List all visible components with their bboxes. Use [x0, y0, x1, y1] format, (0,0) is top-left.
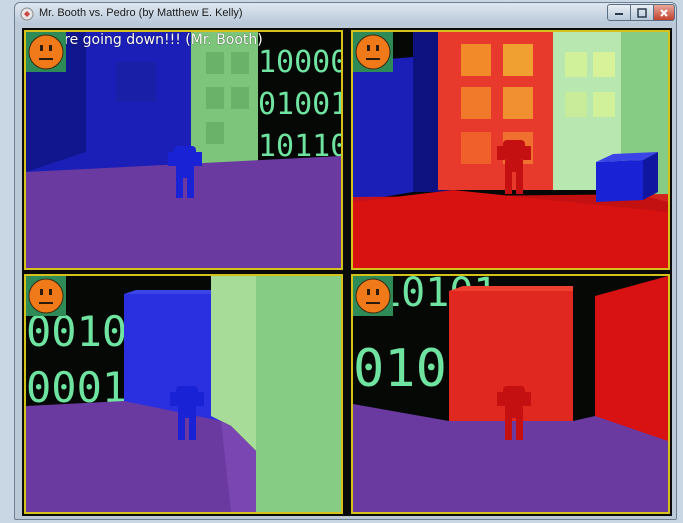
app-icon [20, 7, 34, 21]
face-icon [353, 276, 393, 316]
close-button[interactable] [653, 4, 675, 21]
binary-text: 100001 [258, 45, 341, 80]
scene-bottom-right: 010101 010 [353, 276, 668, 512]
face-icon [353, 32, 393, 72]
scene-top-right: 0 0 [353, 32, 668, 268]
face-icon [26, 276, 66, 316]
minimize-button[interactable] [607, 4, 631, 21]
game-viewport-area[interactable]: 100001 0100110 1011010 [22, 28, 672, 516]
window-title: Mr. Booth vs. Pedro (by Matthew E. Kelly… [39, 7, 243, 19]
viewport-top-right[interactable]: 0 0 [351, 30, 670, 270]
maximize-icon [637, 7, 647, 18]
binary-text: 010 [353, 339, 447, 399]
viewport-bottom-left[interactable]: 00101 00010 [24, 274, 343, 514]
scene-bottom-left: 00101 00010 [26, 276, 341, 512]
maximize-button[interactable] [630, 4, 654, 21]
viewport-top-left[interactable]: 100001 0100110 1011010 [24, 30, 343, 270]
minimize-icon [615, 12, 623, 15]
face-icon [26, 32, 66, 72]
viewport-bottom-right[interactable]: 010101 010 [351, 274, 670, 514]
game-window: Mr. Booth vs. Pedro (by Matthew E. Kelly… [14, 2, 677, 520]
close-icon [660, 8, 668, 17]
binary-text: 0100110 [258, 87, 341, 122]
title-bar[interactable]: Mr. Booth vs. Pedro (by Matthew E. Kelly… [15, 3, 676, 25]
scene-top-left: 100001 0100110 1011010 [26, 32, 341, 268]
